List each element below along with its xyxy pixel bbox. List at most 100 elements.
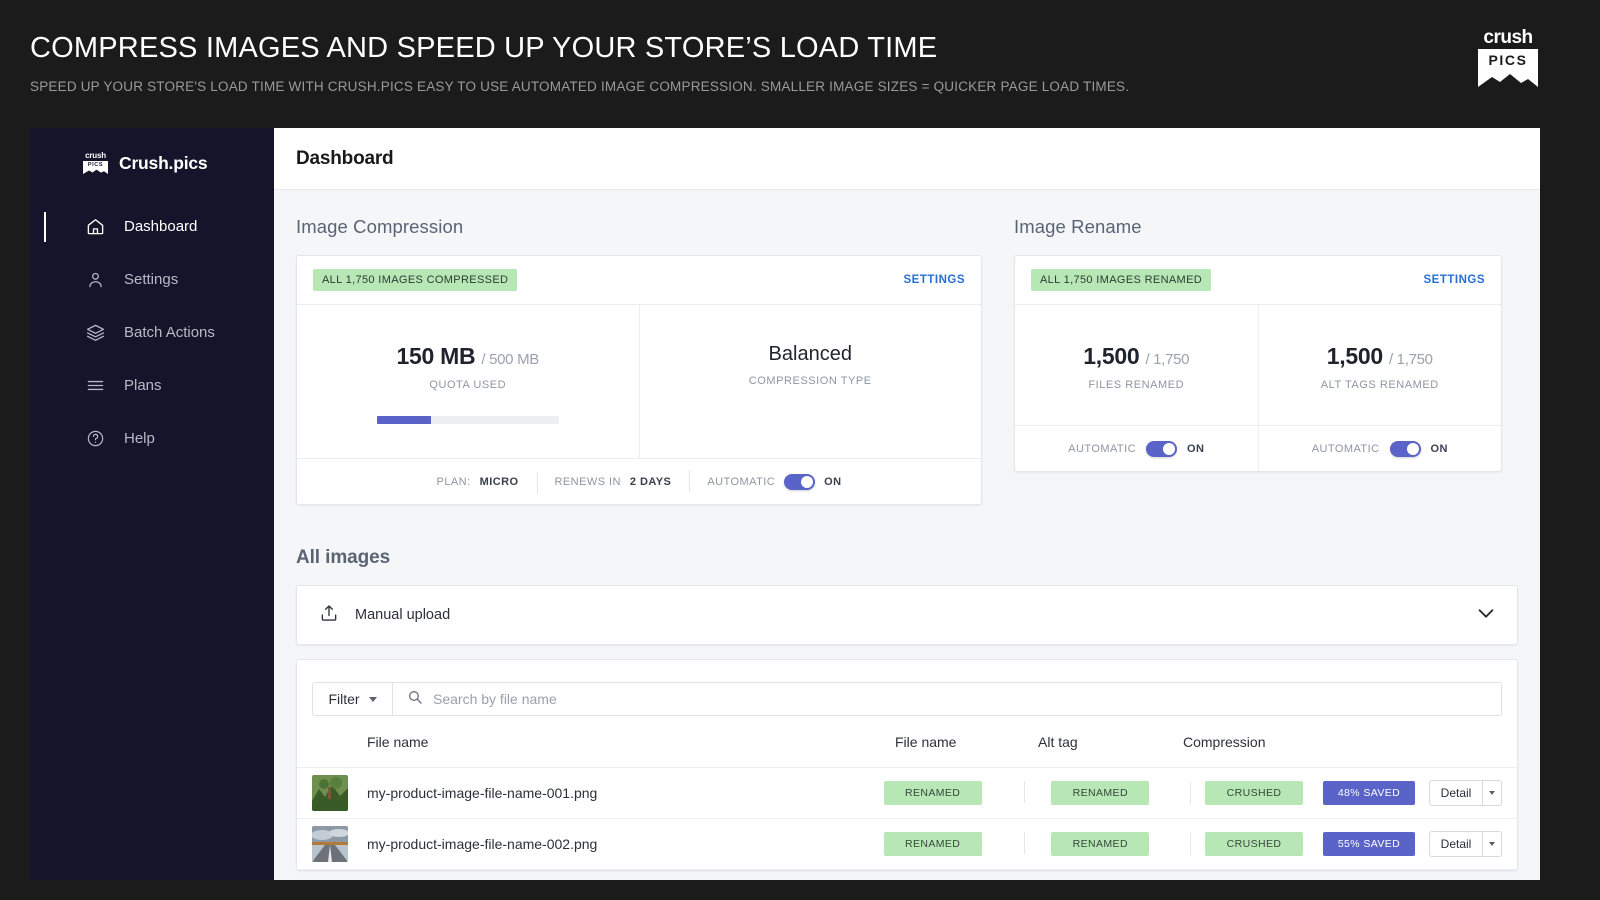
cell-divider — [1024, 832, 1025, 854]
quota-value-row: 150 MB / 500 MB — [307, 343, 629, 370]
filter-button[interactable]: Filter — [313, 683, 393, 715]
row-renamed-alt-cell: RENAMED — [1024, 832, 1166, 856]
compression-type-label: COMPRESSION TYPE — [650, 375, 972, 387]
column-header-label: File name — [367, 734, 428, 750]
saved-badge: 55% SAVED — [1323, 832, 1415, 856]
renew-value: 2 DAYS — [630, 476, 671, 488]
mountains-icon — [1478, 72, 1538, 87]
alt-renamed-badge: RENAMED — [1051, 832, 1149, 856]
automatic-compression-toggle[interactable] — [784, 474, 815, 490]
status-badge: ALL 1,750 IMAGES COMPRESSED — [313, 269, 517, 291]
chevron-down-icon — [1489, 842, 1495, 846]
chevron-down-icon — [369, 697, 377, 702]
automatic-label: AUTOMATIC — [1312, 443, 1380, 455]
thumbnail — [312, 775, 348, 811]
automatic-compression-toggle-group: AUTOMATIC ON — [689, 474, 859, 490]
list-icon — [85, 376, 105, 396]
automatic-state: ON — [824, 476, 841, 488]
automatic-state: ON — [1431, 443, 1448, 455]
sidebar-item-settings[interactable]: Settings — [30, 253, 274, 306]
stats-cards-row: Image Compression ALL 1,750 IMAGES COMPR… — [296, 216, 1518, 505]
files-renamed-value: 1,500 — [1083, 343, 1139, 369]
sidebar-item-help[interactable]: Help — [30, 412, 274, 465]
column-header-file-name-left: File name — [312, 734, 895, 750]
logo-box-text: PICS — [1478, 49, 1538, 71]
search-wrapper — [393, 683, 1501, 715]
page-title: COMPRESS IMAGES AND SPEED UP YOUR STORE’… — [30, 32, 937, 65]
column-header-label: File name — [895, 734, 956, 750]
row-renamed-file-cell: RENAMED — [884, 781, 1024, 805]
row-file-cell: my-product-image-file-name-001.png — [312, 775, 884, 811]
compression-type-stat: Balanced COMPRESSION TYPE — [639, 305, 982, 458]
column-header-compression: Compression — [1183, 734, 1502, 750]
automatic-label: AUTOMATIC — [707, 476, 775, 488]
card-body: 1,500 / 1,750 FILES RENAMED 1,500 / 1,75… — [1015, 305, 1501, 425]
detail-button[interactable]: Detail — [1429, 831, 1502, 857]
automatic-filerename-toggle[interactable] — [1146, 441, 1177, 457]
compression-badge: CRUSHED — [1205, 832, 1303, 856]
upload-icon — [319, 603, 339, 627]
saved-badge: 48% SAVED — [1323, 781, 1415, 805]
sidebar: crush PICS Crush.pics Dashboard — [30, 128, 274, 880]
alt-tags-value-row: 1,500 / 1,750 — [1269, 343, 1492, 370]
sidebar-logo-icon: crush PICS — [83, 152, 108, 174]
images-table-card: Filter — [296, 659, 1518, 871]
thumbnail — [312, 826, 348, 862]
app-window: crush PICS Crush.pics Dashboard — [30, 128, 1540, 880]
search-icon — [407, 689, 423, 710]
renew-label: RENEWS IN — [555, 476, 621, 488]
files-renamed-label: FILES RENAMED — [1025, 379, 1248, 391]
compression-type-value: Balanced — [650, 343, 972, 366]
sidebar-item-label: Dashboard — [124, 218, 197, 235]
sidebar-item-dashboard[interactable]: Dashboard — [30, 200, 274, 253]
table-row[interactable]: my-product-image-file-name-002.png RENAM… — [297, 819, 1517, 870]
compression-settings-link[interactable]: SETTINGS — [903, 274, 965, 286]
files-renamed-total: / 1,750 — [1145, 351, 1189, 368]
table-row[interactable]: my-product-image-file-name-001.png RENAM… — [297, 768, 1517, 819]
manual-upload-card[interactable]: Manual upload — [296, 585, 1518, 645]
rename-settings-link[interactable]: SETTINGS — [1423, 274, 1485, 286]
cell-divider — [1190, 782, 1191, 804]
cell-divider — [1024, 781, 1025, 803]
home-icon — [85, 217, 105, 237]
layers-icon — [85, 323, 105, 343]
detail-dropdown-toggle[interactable] — [1482, 832, 1501, 856]
plan-info: PLAN: MICRO — [419, 476, 537, 488]
chevron-down-icon — [1489, 791, 1495, 795]
detail-dropdown-toggle[interactable] — [1482, 781, 1501, 805]
page-banner: COMPRESS IMAGES AND SPEED UP YOUR STORE’… — [0, 0, 1600, 128]
all-images-title: All images — [296, 547, 1518, 569]
sidebar-logo-box: PICS — [83, 161, 108, 174]
files-renamed-stat: 1,500 / 1,750 FILES RENAMED — [1015, 305, 1258, 425]
sidebar-item-label: Settings — [124, 271, 178, 288]
automatic-filerename-toggle-group: AUTOMATIC ON — [1015, 426, 1258, 471]
detail-button-label: Detail — [1430, 781, 1482, 805]
crush-pics-logo: crush PICS — [1478, 28, 1538, 87]
sidebar-item-label: Batch Actions — [124, 324, 215, 341]
detail-button[interactable]: Detail — [1429, 780, 1502, 806]
search-input[interactable] — [433, 691, 1501, 707]
manual-upload-left: Manual upload — [319, 603, 450, 627]
image-compression-card: ALL 1,750 IMAGES COMPRESSED SETTINGS 150… — [296, 255, 982, 505]
automatic-alttag-toggle[interactable] — [1390, 441, 1421, 457]
chevron-down-icon[interactable] — [1475, 602, 1497, 629]
sidebar-item-plans[interactable]: Plans — [30, 359, 274, 412]
quota-progress-bar — [377, 416, 559, 424]
file-name: my-product-image-file-name-001.png — [367, 785, 597, 801]
section-title-compression: Image Compression — [296, 216, 982, 238]
alt-tags-renamed-stat: 1,500 / 1,750 ALT TAGS RENAMED — [1258, 305, 1502, 425]
quota-total: / 500 MB — [481, 351, 539, 368]
sidebar-item-batch-actions[interactable]: Batch Actions — [30, 306, 274, 359]
file-name: my-product-image-file-name-002.png — [367, 836, 597, 852]
sidebar-brand[interactable]: crush PICS Crush.pics — [30, 128, 274, 174]
quota-stat: 150 MB / 500 MB QUOTA USED — [297, 305, 639, 458]
manual-upload-label: Manual upload — [355, 607, 450, 623]
alt-tags-total: / 1,750 — [1389, 351, 1433, 368]
renamed-badge: RENAMED — [884, 832, 982, 856]
column-header-label: Alt tag — [1038, 734, 1078, 750]
sidebar-logo-box-text: PICS — [83, 161, 108, 169]
image-rename-section: Image Rename ALL 1,750 IMAGES RENAMED SE… — [1014, 216, 1502, 505]
page-subtitle: SPEED UP YOUR STORE'S LOAD TIME WITH CRU… — [30, 79, 1129, 94]
cell-divider — [1190, 833, 1191, 855]
automatic-label: AUTOMATIC — [1068, 443, 1136, 455]
